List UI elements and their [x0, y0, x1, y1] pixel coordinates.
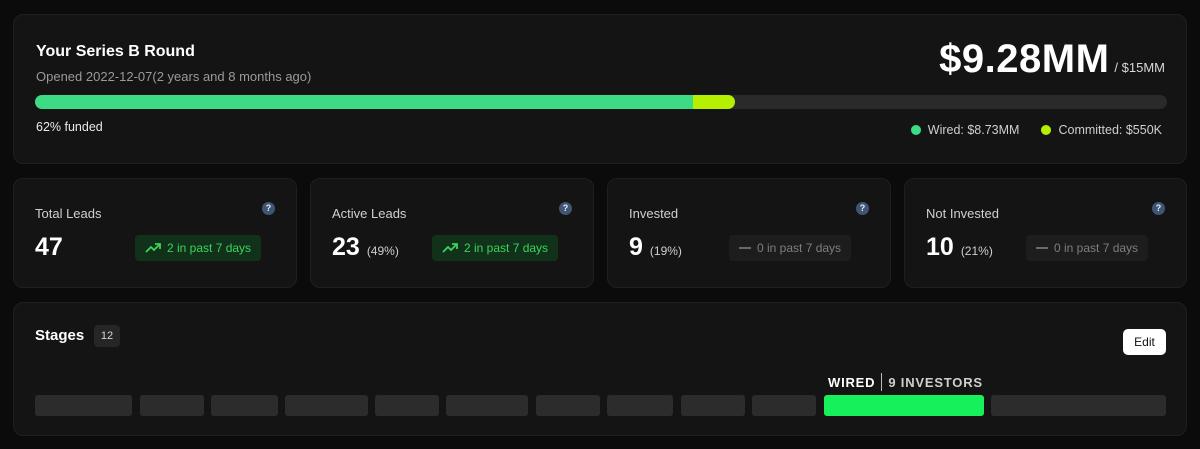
- stat-value-group: 9 (19%): [629, 233, 682, 262]
- help-icon[interactable]: ?: [559, 202, 572, 215]
- stages-title: Stages: [35, 327, 85, 344]
- stat-label: Total Leads: [35, 206, 102, 221]
- active-stage-label: WIRED 9 INVESTORS: [828, 373, 983, 391]
- stage-segment-active[interactable]: [824, 395, 984, 416]
- stages-count-badge: 12: [94, 325, 120, 347]
- stage-segment[interactable]: [211, 395, 278, 416]
- stage-label-divider: [881, 373, 883, 391]
- wired-dot-icon: [910, 125, 921, 135]
- trending-up-icon: [442, 243, 458, 253]
- stage-segment[interactable]: [375, 395, 439, 416]
- help-icon[interactable]: ?: [1152, 202, 1165, 215]
- help-icon[interactable]: ?: [856, 202, 869, 215]
- stat-value: 10: [926, 233, 954, 261]
- trend-text: 0 in past 7 days: [1054, 241, 1139, 255]
- stat-value-group: 47: [35, 233, 63, 262]
- raised-amount: $9.28MM: [939, 37, 1110, 81]
- active-stage-investors: 9 INVESTORS: [888, 374, 983, 390]
- stat-value-group: 10 (21%): [926, 233, 993, 262]
- stage-segment[interactable]: [752, 395, 816, 416]
- trend-badge: 0 in past 7 days: [729, 235, 852, 261]
- round-opened-date: Opened 2022-12-07(2 years and 8 months a…: [36, 69, 312, 84]
- stat-value-group: 23 (49%): [332, 233, 399, 262]
- funded-percentage: 62% funded: [36, 120, 103, 134]
- trend-text: 2 in past 7 days: [464, 241, 549, 255]
- stages-card: Stages 12 Edit WIRED 9 INVESTORS: [13, 302, 1187, 436]
- legend-wired-label: Wired: $8.73MM: [927, 123, 1020, 137]
- stat-label: Active Leads: [332, 206, 407, 221]
- stat-label: Not Invested: [926, 206, 999, 221]
- funding-progress-bar: [35, 95, 1167, 109]
- stage-segment[interactable]: [446, 395, 528, 416]
- help-icon[interactable]: ?: [262, 202, 275, 215]
- round-title: Your Series B Round: [36, 43, 195, 60]
- stage-segment[interactable]: [35, 395, 132, 416]
- raised-amount-group: $9.28MM / $15MM: [939, 37, 1165, 82]
- dash-icon: [739, 247, 751, 249]
- legend-wired: Wired: $8.73MM: [910, 123, 1020, 137]
- stat-value: 47: [35, 233, 63, 261]
- stat-card-total-leads: Total Leads ? 47 2 in past 7 days: [13, 178, 297, 288]
- stage-segment[interactable]: [607, 395, 673, 416]
- stage-segment[interactable]: [991, 395, 1166, 416]
- stat-percentage: (21%): [960, 244, 993, 258]
- dash-icon: [1036, 247, 1048, 249]
- legend-committed: Committed: $550K: [1041, 123, 1162, 137]
- trend-badge: 0 in past 7 days: [1026, 235, 1149, 261]
- trend-badge: 2 in past 7 days: [135, 235, 262, 261]
- stat-percentage: (19%): [649, 244, 682, 258]
- committed-dot-icon: [1041, 125, 1052, 135]
- stat-card-active-leads: Active Leads ? 23 (49%) 2 in past 7 days: [310, 178, 594, 288]
- trending-up-icon: [145, 243, 161, 253]
- stat-value: 9: [629, 233, 643, 261]
- stat-card-invested: Invested ? 9 (19%) 0 in past 7 days: [607, 178, 891, 288]
- stage-segment[interactable]: [140, 395, 204, 416]
- legend-committed-label: Committed: $550K: [1058, 123, 1162, 137]
- stage-segment[interactable]: [536, 395, 600, 416]
- stat-percentage: (49%): [366, 244, 399, 258]
- round-card: Your Series B Round Opened 2022-12-07(2 …: [13, 14, 1187, 164]
- target-amount: / $15MM: [1114, 60, 1165, 75]
- stage-segment[interactable]: [681, 395, 745, 416]
- trend-text: 0 in past 7 days: [757, 241, 842, 255]
- trend-text: 2 in past 7 days: [167, 241, 252, 255]
- wired-progress: [35, 95, 693, 109]
- stat-card-not-invested: Not Invested ? 10 (21%) 0 in past 7 days: [904, 178, 1187, 288]
- stat-value: 23: [332, 233, 360, 261]
- trend-badge: 2 in past 7 days: [432, 235, 559, 261]
- committed-progress: [692, 95, 735, 109]
- stage-segment[interactable]: [285, 395, 368, 416]
- active-stage-name: WIRED: [828, 374, 876, 390]
- stat-label: Invested: [629, 206, 679, 221]
- funding-legend: Wired: $8.73MM Committed: $550K: [889, 123, 1162, 137]
- edit-stages-button[interactable]: Edit: [1123, 329, 1166, 355]
